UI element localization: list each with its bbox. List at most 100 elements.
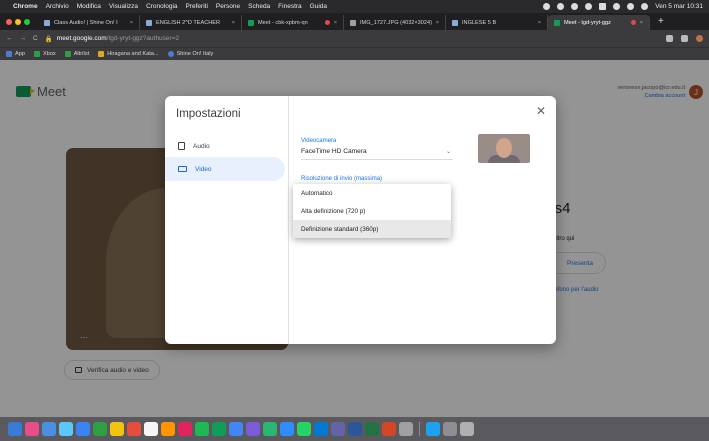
thumbnail-face xyxy=(496,138,512,158)
downloads-icon[interactable] xyxy=(443,422,457,436)
profile-avatar-icon[interactable] xyxy=(696,35,703,42)
new-tab-button[interactable]: + xyxy=(658,16,664,27)
minimize-window-icon[interactable] xyxy=(15,18,21,25)
browser-tab-active[interactable]: Meet - tgd-yryt-ggz × xyxy=(548,15,650,30)
control-center-icon[interactable] xyxy=(641,3,649,10)
dock-separator xyxy=(419,422,420,436)
close-window-icon[interactable] xyxy=(6,18,12,25)
cloud-icon[interactable] xyxy=(571,3,579,10)
spotlight-icon[interactable] xyxy=(627,3,635,10)
camera-select-value: FaceTime HD Camera xyxy=(301,148,367,155)
excel-icon[interactable] xyxy=(365,422,379,436)
photos-icon[interactable] xyxy=(161,422,175,436)
spotify-icon[interactable] xyxy=(195,422,209,436)
safari-icon[interactable] xyxy=(59,422,73,436)
powerpoint-icon[interactable] xyxy=(382,422,396,436)
menu-visualizza[interactable]: Visualizza xyxy=(109,3,138,10)
wifi-icon[interactable] xyxy=(613,3,621,10)
menu-preferiti[interactable]: Preferiti xyxy=(186,3,208,10)
calendar-icon[interactable] xyxy=(127,422,141,436)
menu-persone[interactable]: Persone xyxy=(216,3,240,10)
tab-label: Class Audio! | Shine On! I xyxy=(54,19,118,26)
dropbox-icon[interactable] xyxy=(557,3,565,10)
tab-label: ENGLISH 2^D TEACHER xyxy=(156,19,221,26)
resolution-option-auto[interactable]: Automatico xyxy=(293,184,451,202)
chrome-tab-strip: Class Audio! | Shine On! I × ENGLISH 2^D… xyxy=(0,13,709,30)
browser-tab[interactable]: INGLESE 5 B × xyxy=(446,15,548,30)
resolution-option-720p[interactable]: Alta definizione (720 p) xyxy=(293,202,451,220)
mail-icon[interactable] xyxy=(76,422,90,436)
status-icon[interactable] xyxy=(543,3,551,10)
browser-tab[interactable]: ENGLISH 2^D TEACHER × xyxy=(140,15,242,30)
tab-favicon-icon xyxy=(350,19,356,26)
whatsapp-icon[interactable] xyxy=(297,422,311,436)
meet-app-icon[interactable] xyxy=(212,422,226,436)
menu-scheda[interactable]: Scheda xyxy=(248,3,270,10)
resolution-option-360p[interactable]: Definizione standard (360p) xyxy=(293,220,451,238)
tab-close-icon[interactable]: × xyxy=(538,20,541,26)
app-store-icon[interactable] xyxy=(42,422,56,436)
apps-grid-icon xyxy=(6,51,12,57)
bookmark-favicon-icon xyxy=(98,51,105,57)
bookmark-star-icon[interactable] xyxy=(681,35,688,42)
lock-icon[interactable]: 🔒 xyxy=(45,35,53,43)
battery-icon[interactable] xyxy=(599,3,607,10)
bookmark-item[interactable]: Hiragana and Kata... xyxy=(98,51,159,57)
omnibox[interactable]: 🔒 meet.google.com/tgd-yryt-ggz?authuser=… xyxy=(45,35,666,43)
reload-icon[interactable]: C xyxy=(33,35,38,42)
messages-icon[interactable] xyxy=(93,422,107,436)
bookmark-label: App xyxy=(15,51,25,57)
settings-nav-audio[interactable]: Audio xyxy=(165,134,285,158)
bookmark-item[interactable]: App xyxy=(6,51,25,57)
zoom-icon[interactable] xyxy=(280,422,294,436)
notes-icon[interactable] xyxy=(110,422,124,436)
finder-icon[interactable] xyxy=(8,422,22,436)
tab-close-icon[interactable]: × xyxy=(130,20,133,26)
tab-favicon-icon xyxy=(146,19,152,26)
app-icon[interactable] xyxy=(263,422,277,436)
launchpad-icon[interactable] xyxy=(25,422,39,436)
browser-tab[interactable]: Class Audio! | Shine On! I × xyxy=(38,15,140,30)
recording-indicator-icon xyxy=(324,20,330,25)
music-icon[interactable] xyxy=(178,422,192,436)
window-controls xyxy=(6,18,30,25)
menu-modifica[interactable]: Modifica xyxy=(77,3,101,10)
zoom-window-icon[interactable] xyxy=(24,18,30,25)
menu-archivio[interactable]: Archivio xyxy=(46,3,69,10)
tab-close-icon[interactable]: × xyxy=(640,20,643,26)
menu-cronologia[interactable]: Cronologia xyxy=(146,3,177,10)
preferences-icon[interactable] xyxy=(399,422,413,436)
app-icon[interactable] xyxy=(426,422,440,436)
settings-dialog: Impostazioni Audio Video ✕ Videocamera F… xyxy=(165,96,556,344)
menu-guida[interactable]: Guida xyxy=(310,3,327,10)
browser-tab[interactable]: IMG_1727.JPG (4032×3024) × xyxy=(344,15,446,30)
record-icon[interactable] xyxy=(585,3,593,10)
meet-page: Meet veronese.jacopo@icr.edu.it Cambia a… xyxy=(0,60,709,417)
bookmark-item[interactable]: Xbox xyxy=(33,51,56,57)
outlook-icon[interactable] xyxy=(314,422,328,436)
tab-favicon-icon xyxy=(554,19,560,26)
tab-close-icon[interactable]: × xyxy=(334,20,337,26)
menu-chrome[interactable]: Chrome xyxy=(13,3,38,10)
back-icon[interactable]: ← xyxy=(6,35,13,42)
trash-icon[interactable] xyxy=(460,422,474,436)
bookmark-label: Xbox xyxy=(42,51,56,57)
teams-icon[interactable] xyxy=(331,422,345,436)
close-icon[interactable]: ✕ xyxy=(536,104,546,118)
nav-label: Audio xyxy=(193,142,210,150)
browser-tab[interactable]: Meet - cbk-xpbm-qn × xyxy=(242,15,344,30)
bookmark-item[interactable]: Shine On! Italy xyxy=(167,51,213,57)
tab-close-icon[interactable]: × xyxy=(232,20,235,26)
menu-finestra[interactable]: Finestra xyxy=(278,3,301,10)
word-icon[interactable] xyxy=(348,422,362,436)
chrome-app-icon[interactable] xyxy=(229,422,243,436)
camera-select[interactable]: FaceTime HD Camera ⌄ xyxy=(301,148,453,160)
tab-close-icon[interactable]: × xyxy=(436,20,439,26)
camera-in-use-icon[interactable] xyxy=(666,35,673,42)
settings-nav-video[interactable]: Video xyxy=(165,157,285,181)
menubar-clock[interactable]: Ven 5 mar 10:31 xyxy=(655,3,703,10)
reminders-icon[interactable] xyxy=(144,422,158,436)
app-icon[interactable] xyxy=(246,422,260,436)
forward-icon[interactable]: → xyxy=(20,35,27,42)
bookmark-item[interactable]: AltriIst xyxy=(64,51,89,57)
